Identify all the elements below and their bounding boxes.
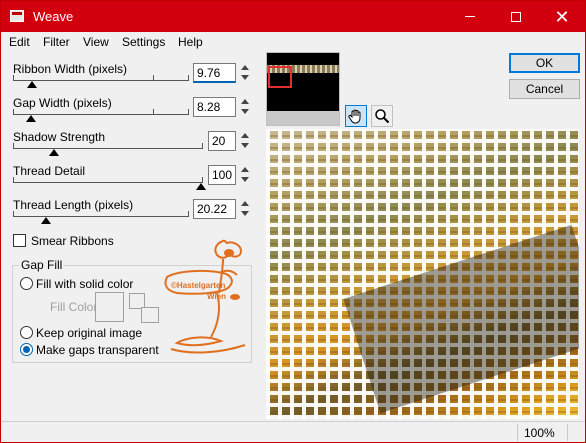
ribbon-width-slider-thumb[interactable] <box>27 81 37 88</box>
slider-tick <box>13 143 14 148</box>
shadow-strength-slider-track[interactable] <box>13 148 203 149</box>
fill-color-label: Fill Color <box>50 300 98 314</box>
gap-width-input[interactable]: 8.28 <box>193 97 236 117</box>
minimize-icon <box>465 16 475 17</box>
minimize-button[interactable] <box>447 1 493 32</box>
weave-dialog: Weave ✕ Edit Filter View Settings Help R… <box>0 0 586 443</box>
keep-original-radio[interactable] <box>20 326 33 339</box>
keep-original-label[interactable]: Keep original image <box>36 326 142 340</box>
watermark-line2: Wien <box>207 292 227 301</box>
thread-length-label: Thread Length (pixels) <box>13 198 134 212</box>
shadow-strength-slider-thumb[interactable] <box>49 149 59 156</box>
pan-tool-button[interactable] <box>345 105 367 127</box>
fill-solid-label[interactable]: Fill with solid color <box>36 277 133 291</box>
spin-down-icon[interactable] <box>241 75 249 80</box>
ribbon-width-label: Ribbon Width (pixels) <box>13 62 128 76</box>
preview-shadow-area <box>343 224 579 414</box>
slider-tick <box>153 75 154 80</box>
slider-tick <box>188 211 189 216</box>
slider-tick <box>13 75 14 80</box>
window-title: Weave <box>33 9 74 24</box>
fill-color-swatch[interactable] <box>95 292 124 322</box>
hand-icon <box>348 109 361 124</box>
smear-ribbons-label[interactable]: Smear Ribbons <box>31 234 114 248</box>
app-icon <box>10 10 24 22</box>
gap-width-slider-thumb[interactable] <box>26 115 36 122</box>
zoom-level: 100% <box>524 426 555 440</box>
menu-filter[interactable]: Filter <box>43 35 70 49</box>
shadow-strength-label: Shadow Strength <box>13 130 106 144</box>
title-bar[interactable]: Weave ✕ <box>1 1 585 32</box>
ok-button[interactable]: OK <box>509 53 580 73</box>
thread-detail-slider-track[interactable] <box>13 182 203 183</box>
smear-ribbons-checkbox[interactable] <box>13 234 26 247</box>
transparent-radio[interactable] <box>20 343 33 356</box>
thread-detail-label: Thread Detail <box>13 164 86 178</box>
menu-edit[interactable]: Edit <box>9 35 30 49</box>
swap-color-box-back[interactable] <box>141 307 159 323</box>
ribbon-width-slider-track[interactable] <box>13 80 189 81</box>
preview-scroll-edge <box>579 129 585 419</box>
thread-detail-slider-thumb[interactable] <box>196 183 206 190</box>
thread-detail-spinner[interactable] <box>239 165 252 185</box>
maximize-icon <box>511 11 521 22</box>
slider-tick <box>13 177 14 182</box>
cancel-button[interactable]: Cancel <box>509 79 580 99</box>
spin-up-icon[interactable] <box>241 99 249 104</box>
spin-up-icon[interactable] <box>241 65 249 70</box>
slider-tick <box>153 109 154 114</box>
magnifier-icon <box>375 109 390 124</box>
spin-up-icon[interactable] <box>241 133 249 138</box>
gap-width-slider-track[interactable] <box>13 114 189 115</box>
slider-tick <box>188 75 189 80</box>
zoom-tool-button[interactable] <box>371 105 393 127</box>
maximize-button[interactable] <box>493 1 539 32</box>
slider-tick <box>13 109 14 114</box>
gap-fill-legend: Gap Fill <box>19 258 65 272</box>
slider-tick <box>13 211 14 216</box>
spin-up-icon[interactable] <box>241 167 249 172</box>
thread-length-input[interactable]: 20.22 <box>193 199 236 219</box>
weave-preview-image[interactable] <box>266 129 579 419</box>
watermark-line1: ©Hastelgarten <box>171 281 226 290</box>
fill-solid-radio[interactable] <box>20 277 33 290</box>
menu-help[interactable]: Help <box>178 35 203 49</box>
ribbon-width-input[interactable]: 9.76 <box>193 63 236 83</box>
spin-down-icon[interactable] <box>241 143 249 148</box>
gap-width-label: Gap Width (pixels) <box>13 96 112 110</box>
menu-bar: Edit Filter View Settings Help <box>1 32 585 52</box>
ribbon-width-spinner[interactable] <box>239 63 252 83</box>
menu-view[interactable]: View <box>83 35 109 49</box>
shadow-strength-input[interactable]: 20 <box>208 131 236 151</box>
close-icon: ✕ <box>554 6 570 27</box>
spin-down-icon[interactable] <box>241 109 249 114</box>
status-separator <box>517 424 518 441</box>
thread-length-slider-thumb[interactable] <box>41 217 51 224</box>
slider-tick <box>202 177 203 182</box>
thread-length-spinner[interactable] <box>239 199 252 219</box>
close-button[interactable]: ✕ <box>539 1 585 32</box>
spin-up-icon[interactable] <box>241 201 249 206</box>
shadow-strength-spinner[interactable] <box>239 131 252 151</box>
gap-width-spinner[interactable] <box>239 97 252 117</box>
thread-length-slider-track[interactable] <box>13 216 189 217</box>
status-separator <box>567 424 568 441</box>
navigator-viewport-rect[interactable] <box>268 66 292 88</box>
slider-tick <box>202 143 203 148</box>
transparent-label[interactable]: Make gaps transparent <box>36 343 159 357</box>
navigator-bottom <box>267 111 339 125</box>
navigator-preview[interactable] <box>266 52 340 126</box>
status-bar: 100% <box>1 421 585 442</box>
spin-down-icon[interactable] <box>241 211 249 216</box>
spin-down-icon[interactable] <box>241 177 249 182</box>
watermark-logo <box>164 239 246 354</box>
menu-settings[interactable]: Settings <box>122 35 165 49</box>
thread-detail-input[interactable]: 100 <box>208 165 236 185</box>
slider-tick <box>188 109 189 114</box>
